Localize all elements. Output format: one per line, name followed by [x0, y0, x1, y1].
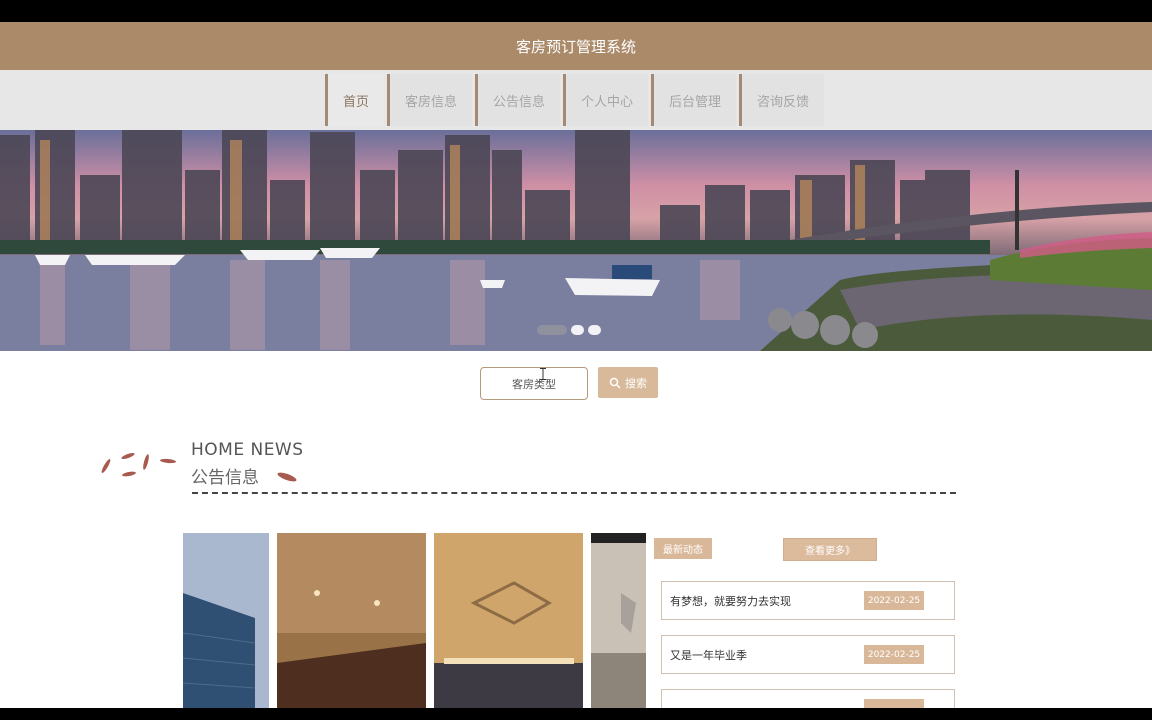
nav-item-label: 个人中心: [581, 94, 634, 110]
browser-viewport: 客房预订管理系统 首页 客房信息 公告信息 个人中心 后台管理 咨询反馈 客房类…: [0, 22, 1152, 708]
nav-item-profile[interactable]: 个人中心: [563, 74, 649, 126]
site-header: 客房预订管理系统: [0, 22, 1152, 70]
nav-item-label: 后台管理: [669, 94, 722, 110]
nav-item-home[interactable]: 首页: [324, 74, 384, 126]
text-cursor-icon: [540, 368, 546, 380]
search-button[interactable]: 搜索: [598, 367, 658, 398]
news-section-header: HOME NEWS 公告信息: [96, 440, 956, 496]
search-input-value: 客房类型: [512, 377, 556, 391]
carousel-dot[interactable]: [537, 325, 567, 335]
section-heading-en: HOME NEWS: [191, 440, 304, 460]
section-heading-zh: 公告信息: [191, 468, 259, 488]
news-date: [864, 699, 924, 708]
search-button-label: 搜索: [625, 376, 647, 390]
hero-carousel[interactable]: [0, 130, 1152, 351]
news-item[interactable]: [661, 689, 955, 708]
nav-item-admin[interactable]: 后台管理: [651, 74, 737, 126]
news-title: 有梦想，就要努力去实现: [670, 594, 791, 608]
carousel-dots: [537, 325, 601, 335]
news-date: 2022-02-25: [864, 591, 924, 610]
news-date: 2022-02-25: [864, 645, 924, 664]
room-type-search-input[interactable]: 客房类型: [480, 367, 588, 400]
nav-item-label: 咨询反馈: [757, 94, 810, 110]
nav-item-label: 首页: [342, 94, 369, 110]
main-nav: 首页 客房信息 公告信息 个人中心 后台管理 咨询反馈: [0, 70, 1152, 130]
news-title: 又是一年毕业季: [670, 648, 747, 662]
nav-item-label: 客房信息: [404, 94, 457, 110]
hotel-room-photo[interactable]: [277, 533, 426, 708]
city-harbor-image: [0, 130, 1152, 351]
leaf-icon: [277, 472, 297, 482]
section-divider: [192, 492, 956, 494]
view-more-button[interactable]: 查看更多》: [783, 538, 877, 561]
hotel-lobby-photo[interactable]: [434, 533, 583, 708]
carousel-dot[interactable]: [588, 325, 601, 335]
nav-item-feedback[interactable]: 咨询反馈: [739, 74, 825, 126]
leaves-decoration-icon: [101, 452, 176, 477]
latest-news-tag: 最新动态: [654, 538, 712, 559]
search-bar: 客房类型 搜索: [480, 367, 658, 400]
nav-item-label: 公告信息: [492, 94, 545, 110]
hotel-interior-photo[interactable]: [591, 533, 646, 708]
nav-item-rooms[interactable]: 客房信息: [386, 74, 472, 126]
carousel-dot[interactable]: [571, 325, 584, 335]
nav-item-notices[interactable]: 公告信息: [474, 74, 560, 126]
news-item[interactable]: 又是一年毕业季 2022-02-25: [661, 635, 955, 674]
site-title: 客房预订管理系统: [515, 37, 636, 56]
search-icon: [609, 377, 621, 389]
news-item[interactable]: 有梦想，就要努力去实现 2022-02-25: [661, 581, 955, 620]
hotel-building-photo[interactable]: [183, 533, 269, 708]
